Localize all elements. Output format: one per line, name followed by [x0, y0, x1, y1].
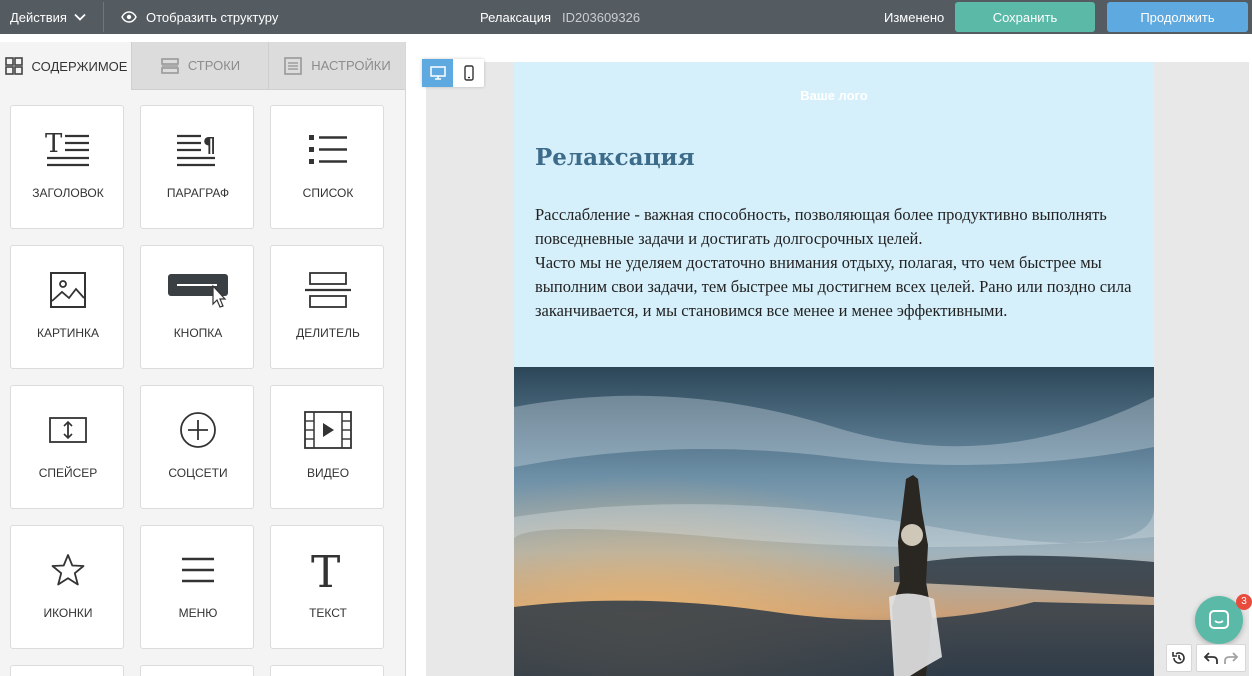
paragraph-line: Часто мы не уделяем достаточно внимания …	[535, 253, 1132, 320]
block-label: КНОПКА	[173, 326, 223, 340]
history-controls	[1166, 644, 1246, 672]
list-icon	[309, 135, 347, 164]
block-icons[interactable]: ИКОНКИ	[10, 525, 124, 649]
email-body[interactable]: Ваше лого Релаксация Расслабление - важн…	[514, 62, 1154, 676]
block-list[interactable]: СПИСОК	[270, 105, 384, 229]
block-label: КАРТИНКА	[36, 326, 100, 340]
paragraph-icon: ¶	[177, 133, 216, 167]
paragraph-line: Расслабление - важная способность, позво…	[535, 205, 1107, 248]
grid-icon	[4, 57, 23, 75]
tab-settings[interactable]: НАСТРОЙКИ	[268, 42, 405, 90]
block-image[interactable]: КАРТИНКА	[10, 245, 124, 369]
continue-button[interactable]: Продолжить	[1107, 2, 1248, 32]
actions-menu[interactable]: Действия	[10, 0, 87, 34]
block-label: ЗАГОЛОВОК	[32, 186, 104, 200]
tab-rows[interactable]: СТРОКИ	[131, 42, 268, 90]
eye-icon	[121, 11, 137, 23]
social-icon	[180, 412, 216, 448]
top-bar: Действия Отобразить структуру Релаксация…	[0, 0, 1252, 34]
block-label: ИКОНКИ	[43, 606, 93, 620]
actions-label: Действия	[10, 9, 67, 25]
content-panel: СОДЕРЖИМОЕ СТРОКИ НАСТРОЙКИ T ЗАГОЛОВОК …	[0, 42, 406, 676]
settings-doc-icon	[284, 56, 303, 75]
block-video[interactable]: ВИДЕО	[270, 385, 384, 509]
block-label: СПЕЙСЕР	[38, 466, 98, 480]
chat-icon	[1209, 610, 1229, 629]
svg-text:T: T	[311, 549, 340, 591]
divider-icon	[305, 272, 351, 308]
document-title: Релаксация	[480, 9, 552, 25]
block-paragraph[interactable]: ¶ ПАРАГРАФ	[140, 105, 254, 229]
redo-icon[interactable]	[1223, 651, 1239, 665]
panel-tabs: СОДЕРЖИМОЕ СТРОКИ НАСТРОЙКИ	[0, 42, 405, 90]
logo-placeholder[interactable]: Ваше лого	[514, 88, 1154, 103]
button-block-icon	[168, 274, 228, 308]
block-more[interactable]	[270, 665, 384, 676]
block-label: СПИСОК	[302, 186, 354, 200]
save-status: Изменено	[884, 9, 945, 25]
block-spacer[interactable]: СПЕЙСЕР	[10, 385, 124, 509]
tab-settings-label: НАСТРОЙКИ	[311, 58, 391, 73]
tab-content-label: СОДЕРЖИМОЕ	[31, 58, 128, 74]
show-structure-toggle[interactable]: Отобразить структуру	[121, 0, 278, 34]
desktop-icon	[429, 66, 446, 80]
block-more[interactable]	[10, 665, 124, 676]
block-label: ДЕЛИТЕЛЬ	[296, 326, 360, 340]
email-paragraph[interactable]: Расслабление - важная способность, позво…	[535, 203, 1135, 323]
rows-icon	[161, 57, 179, 74]
menu-icon	[182, 557, 214, 583]
block-label: МЕНЮ	[178, 606, 218, 620]
chevron-down-icon	[74, 13, 86, 21]
block-label: ПАРАГРАФ	[166, 186, 230, 200]
yoga-sunset-photo[interactable]	[514, 367, 1154, 676]
star-icon	[51, 554, 85, 586]
text-icon: T	[311, 549, 340, 591]
svg-text:¶: ¶	[203, 133, 216, 157]
save-button[interactable]: Сохранить	[955, 2, 1095, 32]
history-icon	[1172, 652, 1185, 664]
block-label: СОЦСЕТИ	[168, 466, 228, 480]
history-button[interactable]	[1166, 644, 1192, 672]
device-switcher	[422, 59, 484, 87]
image-icon	[50, 272, 86, 308]
block-text[interactable]: T ТЕКСТ	[270, 525, 384, 649]
spacer-icon	[49, 417, 87, 443]
document-id: ID203609326	[562, 9, 641, 25]
heading-icon: T	[45, 130, 89, 167]
document-info: Релаксация ID203609326	[480, 0, 640, 34]
mobile-icon	[463, 65, 474, 81]
block-more[interactable]	[140, 665, 254, 676]
tab-rows-label: СТРОКИ	[187, 58, 241, 73]
desktop-view-button[interactable]	[422, 59, 453, 87]
divider	[103, 2, 104, 32]
tab-content[interactable]: СОДЕРЖИМОЕ	[0, 42, 131, 90]
block-label: ТЕКСТ	[309, 606, 347, 620]
mobile-view-button[interactable]	[453, 59, 484, 87]
block-button[interactable]: КНОПКА	[140, 245, 254, 369]
block-heading[interactable]: T ЗАГОЛОВОК	[10, 105, 124, 229]
undo-icon[interactable]	[1203, 651, 1219, 665]
email-title[interactable]: Релаксация	[535, 144, 695, 171]
block-divider[interactable]: ДЕЛИТЕЛЬ	[270, 245, 384, 369]
editor-canvas: Ваше лого Релаксация Расслабление - важн…	[406, 42, 1252, 676]
block-label: ВИДЕО	[306, 466, 350, 480]
svg-text:T: T	[45, 130, 63, 159]
block-menu[interactable]: МЕНЮ	[140, 525, 254, 649]
undo-redo-group	[1196, 644, 1246, 672]
video-icon	[304, 411, 352, 449]
block-social[interactable]: СОЦСЕТИ	[140, 385, 254, 509]
chat-badge: 3	[1236, 594, 1252, 610]
structure-label: Отобразить структуру	[146, 9, 279, 25]
